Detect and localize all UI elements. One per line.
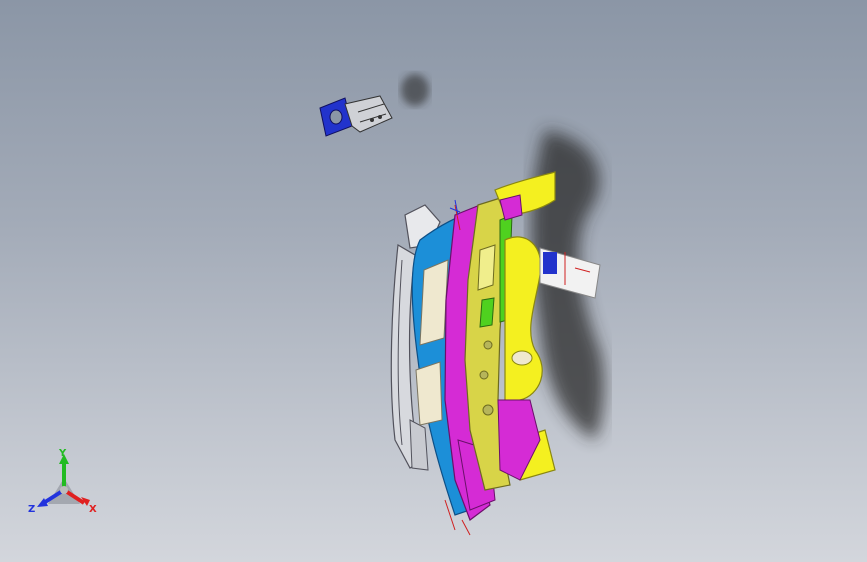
bracket-part[interactable] (319, 95, 393, 137)
bracket-shadow (401, 74, 429, 106)
graphics-viewport[interactable]: Y X Z (0, 0, 867, 562)
view-orientation-triad[interactable]: Y X Z (26, 448, 106, 523)
axis-z-label: Z (28, 504, 36, 515)
axis-x-label: X (89, 504, 97, 515)
model-view[interactable] (0, 0, 867, 562)
axis-y-label: Y (59, 448, 67, 459)
